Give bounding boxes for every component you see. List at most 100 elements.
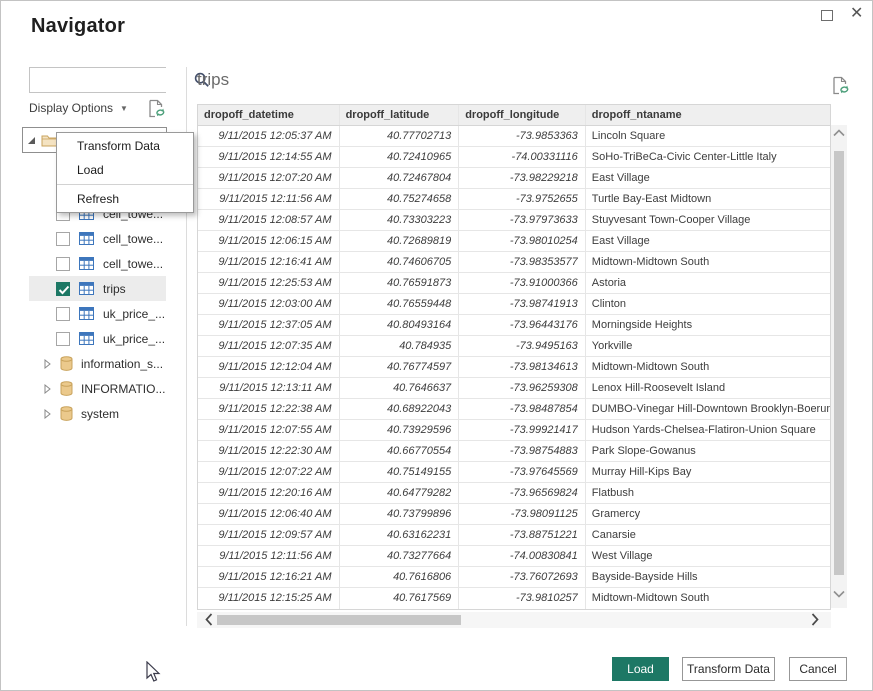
- cell-dropoff_datetime: 9/11/2015 12:08:57 AM: [198, 210, 340, 230]
- cell-dropoff_datetime: 9/11/2015 12:11:56 AM: [198, 546, 340, 566]
- table-checkbox[interactable]: [56, 282, 70, 296]
- data-preview-table: dropoff_datetimedropoff_latitudedropoff_…: [197, 104, 831, 610]
- maximize-icon[interactable]: [821, 10, 833, 21]
- vertical-scrollbar[interactable]: [831, 125, 847, 608]
- sidebar-item-label: cell_towe...: [103, 232, 163, 246]
- table-row: 9/11/2015 12:06:15 AM40.72689819-73.9801…: [198, 231, 830, 252]
- cell-dropoff_ntaname: Gramercy: [586, 504, 830, 524]
- cell-dropoff_ntaname: Midtown-Midtown South: [586, 357, 830, 377]
- cell-dropoff_longitude: -73.99921417: [459, 420, 586, 440]
- cell-dropoff_datetime: 9/11/2015 12:22:30 AM: [198, 441, 340, 461]
- cell-dropoff_datetime: 9/11/2015 12:22:38 AM: [198, 399, 340, 419]
- cell-dropoff_longitude: -73.98134613: [459, 357, 586, 377]
- menu-item-refresh[interactable]: Refresh: [57, 187, 193, 211]
- cell-dropoff_longitude: -73.98353577: [459, 252, 586, 272]
- table-row: 9/11/2015 12:05:37 AM40.77702713-73.9853…: [198, 126, 830, 147]
- cell-dropoff_latitude: 40.73929596: [340, 420, 460, 440]
- cell-dropoff_longitude: -73.98010254: [459, 231, 586, 251]
- scroll-right-icon[interactable]: [811, 613, 819, 626]
- cell-dropoff_datetime: 9/11/2015 12:07:55 AM: [198, 420, 340, 440]
- checkmark-icon: [58, 285, 70, 295]
- refresh-data-icon[interactable]: [832, 76, 849, 95]
- sidebar-item-trips[interactable]: trips: [29, 276, 166, 301]
- sidebar-item-cell_towe[interactable]: cell_towe...: [29, 226, 166, 251]
- sidebar-item-INFORMATIO[interactable]: INFORMATIO...: [29, 376, 166, 401]
- cell-dropoff_longitude: -73.98741913: [459, 294, 586, 314]
- menu-item-load[interactable]: Load: [57, 158, 193, 182]
- expand-arrow-icon[interactable]: [44, 384, 51, 394]
- table-row: 9/11/2015 12:16:41 AM40.74606705-73.9835…: [198, 252, 830, 273]
- expand-arrow-icon[interactable]: [27, 136, 36, 145]
- table-row: 9/11/2015 12:11:56 AM40.75274658-73.9752…: [198, 189, 830, 210]
- cell-dropoff_ntaname: Lenox Hill-Roosevelt Island: [586, 378, 830, 398]
- table-checkbox[interactable]: [56, 307, 70, 321]
- scroll-up-icon[interactable]: [833, 129, 845, 137]
- menu-separator: [57, 184, 193, 185]
- database-icon: [60, 406, 73, 421]
- table-checkbox[interactable]: [56, 257, 70, 271]
- menu-item-transform-data[interactable]: Transform Data: [57, 134, 193, 158]
- table-row: 9/11/2015 12:07:20 AM40.72467804-73.9822…: [198, 168, 830, 189]
- sidebar-item-cell_towe[interactable]: cell_towe...: [29, 251, 166, 276]
- cell-dropoff_latitude: 40.7646637: [340, 378, 460, 398]
- load-button[interactable]: Load: [612, 657, 669, 681]
- search-input[interactable]: [30, 68, 193, 92]
- cell-dropoff_latitude: 40.73303223: [340, 210, 460, 230]
- cell-dropoff_longitude: -73.96443176: [459, 315, 586, 335]
- scroll-left-icon[interactable]: [205, 613, 213, 626]
- cell-dropoff_datetime: 9/11/2015 12:37:05 AM: [198, 315, 340, 335]
- cell-dropoff_latitude: 40.76591873: [340, 273, 460, 293]
- cancel-button[interactable]: Cancel: [789, 657, 847, 681]
- table-row: 9/11/2015 12:09:57 AM40.63162231-73.8875…: [198, 525, 830, 546]
- cell-dropoff_ntaname: Hudson Yards-Chelsea-Flatiron-Union Squa…: [586, 420, 830, 440]
- cell-dropoff_datetime: 9/11/2015 12:07:22 AM: [198, 462, 340, 482]
- cell-dropoff_datetime: 9/11/2015 12:06:40 AM: [198, 504, 340, 524]
- cell-dropoff_latitude: 40.73799896: [340, 504, 460, 524]
- table-checkbox[interactable]: [56, 232, 70, 246]
- cell-dropoff_datetime: 9/11/2015 12:07:20 AM: [198, 168, 340, 188]
- cell-dropoff_longitude: -73.9853363: [459, 126, 586, 146]
- horizontal-scrollbar-thumb[interactable]: [217, 615, 461, 625]
- chevron-down-icon: ▼: [120, 104, 128, 113]
- table-row: 9/11/2015 12:20:16 AM40.64779282-73.9656…: [198, 483, 830, 504]
- sidebar-item-label: trips: [103, 282, 126, 296]
- cell-dropoff_datetime: 9/11/2015 12:13:11 AM: [198, 378, 340, 398]
- table-row: 9/11/2015 12:07:55 AM40.73929596-73.9992…: [198, 420, 830, 441]
- scroll-down-icon[interactable]: [833, 590, 845, 598]
- close-icon[interactable]: ✕: [850, 4, 863, 24]
- sidebar-item-system[interactable]: system: [29, 401, 166, 426]
- table-body: 9/11/2015 12:05:37 AM40.77702713-73.9853…: [198, 126, 830, 609]
- tree-databases-group: information_s...INFORMATIO... system: [1, 351, 186, 426]
- sidebar-item-uk_price_[interactable]: uk_price_...: [29, 326, 166, 351]
- cell-dropoff_longitude: -73.76072693: [459, 567, 586, 587]
- cell-dropoff_latitude: 40.72467804: [340, 168, 460, 188]
- table-row: 9/11/2015 12:22:38 AM40.68922043-73.9848…: [198, 399, 830, 420]
- expand-arrow-icon[interactable]: [44, 359, 51, 369]
- cell-dropoff_longitude: -73.98091125: [459, 504, 586, 524]
- sidebar-item-uk_price_[interactable]: uk_price_...: [29, 301, 166, 326]
- cell-dropoff_latitude: 40.72689819: [340, 231, 460, 251]
- cell-dropoff_datetime: 9/11/2015 12:05:37 AM: [198, 126, 340, 146]
- cell-dropoff_ntaname: Park Slope-Gowanus: [586, 441, 830, 461]
- cell-dropoff_ntaname: Canarsie: [586, 525, 830, 545]
- table-checkbox[interactable]: [56, 332, 70, 346]
- sidebar-item-label: system: [81, 407, 119, 421]
- horizontal-scrollbar[interactable]: [197, 612, 831, 628]
- cell-dropoff_longitude: -74.00830841: [459, 546, 586, 566]
- expand-arrow-icon[interactable]: [44, 409, 51, 419]
- display-options-dropdown[interactable]: Display Options ▼: [29, 101, 128, 115]
- table-row: 9/11/2015 12:07:22 AM40.75149155-73.9764…: [198, 462, 830, 483]
- cell-dropoff_ntaname: Bayside-Bayside Hills: [586, 567, 830, 587]
- cell-dropoff_longitude: -73.9810257: [459, 588, 586, 609]
- search-box[interactable]: [29, 67, 166, 93]
- vertical-scrollbar-thumb[interactable]: [834, 151, 844, 575]
- transform-data-button[interactable]: Transform Data: [682, 657, 775, 681]
- table-row: 9/11/2015 12:15:25 AM40.7617569-73.98102…: [198, 588, 830, 609]
- mouse-cursor: [146, 661, 162, 683]
- cell-dropoff_ntaname: Midtown-Midtown South: [586, 252, 830, 272]
- cell-dropoff_latitude: 40.784935: [340, 336, 460, 356]
- sidebar-item-information_s[interactable]: information_s...: [29, 351, 166, 376]
- table-icon: [79, 332, 94, 345]
- refresh-preview-icon[interactable]: [148, 99, 165, 118]
- cell-dropoff_longitude: -73.96259308: [459, 378, 586, 398]
